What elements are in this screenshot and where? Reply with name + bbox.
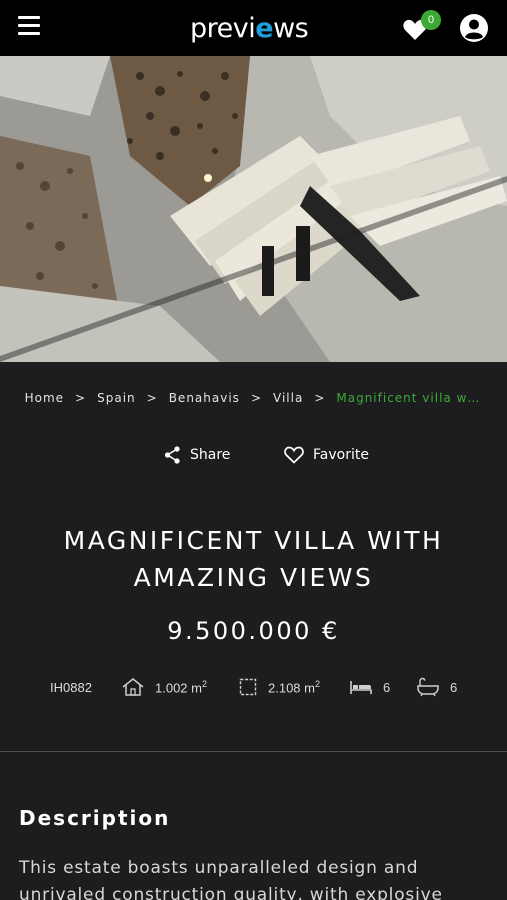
listing-title-line1: MAGNIFICENT VILLA WITH bbox=[63, 526, 444, 555]
listing-specs: IH0882 1.002 m2 2.108 m2 6 6 bbox=[0, 675, 507, 699]
bedrooms-value: 6 bbox=[383, 679, 391, 695]
logo-text-start: previ bbox=[190, 12, 256, 44]
favorite-button[interactable]: Favorite bbox=[284, 446, 369, 464]
share-button[interactable]: Share bbox=[164, 446, 230, 464]
breadcrumb-separator: > bbox=[146, 391, 158, 405]
description-heading: Description bbox=[19, 806, 171, 830]
property-photo[interactable] bbox=[0, 56, 507, 362]
bed-icon bbox=[350, 681, 372, 694]
account-icon[interactable] bbox=[459, 13, 489, 43]
description-text: This estate boasts unparalleled design a… bbox=[19, 858, 443, 900]
breadcrumb: Home > Spain > Benahavis > Villa > Magni… bbox=[0, 391, 507, 405]
menu-icon[interactable] bbox=[18, 16, 40, 38]
plot-area-spec: 2.108 m2 bbox=[238, 675, 320, 699]
breadcrumb-spain[interactable]: Spain bbox=[97, 391, 136, 405]
breadcrumb-separator: > bbox=[75, 391, 87, 405]
logo-text-end: ws bbox=[273, 12, 309, 44]
breadcrumb-separator: > bbox=[250, 391, 262, 405]
breadcrumb-current: Magnificent villa with amazing views bbox=[336, 391, 482, 405]
listing-title: MAGNIFICENT VILLA WITH AMAZING VIEWS bbox=[0, 522, 507, 596]
bathrooms-value: 6 bbox=[450, 679, 458, 695]
breadcrumb-benahavis[interactable]: Benahavis bbox=[169, 391, 240, 405]
listing-title-line2: AMAZING VIEWS bbox=[133, 563, 374, 592]
logo[interactable]: previ e ws bbox=[190, 10, 309, 46]
reference-spec: IH0882 bbox=[50, 675, 92, 699]
share-label: Share bbox=[190, 447, 231, 463]
listing-actions: Share Favorite bbox=[0, 446, 507, 470]
favorite-label: Favorite bbox=[313, 447, 369, 463]
bathrooms-spec: 6 bbox=[416, 675, 457, 699]
share-icon bbox=[164, 446, 180, 464]
top-bar: previ e ws 0 bbox=[0, 0, 507, 56]
heart-outline-icon bbox=[284, 446, 304, 464]
plot-icon bbox=[239, 678, 257, 696]
house-icon bbox=[122, 678, 144, 696]
reference-value: IH0882 bbox=[50, 679, 92, 695]
favorites-count-badge: 0 bbox=[421, 10, 441, 30]
breadcrumb-home[interactable]: Home bbox=[25, 391, 64, 405]
logo-mark: e bbox=[255, 12, 274, 44]
plot-area-value: 2.108 m2 bbox=[268, 678, 320, 696]
built-area-value: 1.002 m2 bbox=[155, 678, 207, 696]
built-area-spec: 1.002 m2 bbox=[121, 675, 207, 699]
bath-icon bbox=[417, 677, 439, 697]
section-divider bbox=[0, 751, 507, 752]
breadcrumb-villa[interactable]: Villa bbox=[273, 391, 303, 405]
bedrooms-spec: 6 bbox=[349, 675, 390, 699]
breadcrumb-separator: > bbox=[314, 391, 326, 405]
listing-price: 9.500.000 € bbox=[167, 617, 340, 645]
